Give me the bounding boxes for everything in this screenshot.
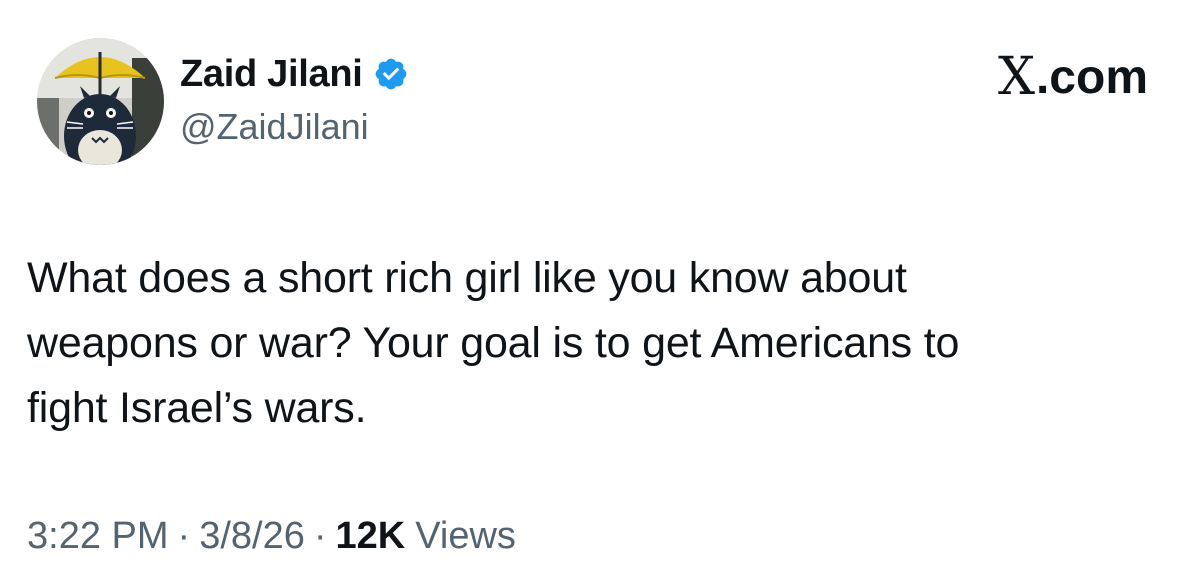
x-logo-icon: X	[997, 47, 1035, 107]
tweet-card: Zaid Jilani @ZaidJilani X .com What does …	[0, 0, 1200, 570]
author-handle[interactable]: @ZaidJilani	[180, 106, 369, 148]
views-count[interactable]: 12K	[336, 515, 406, 558]
tweet-time[interactable]: 3:22 PM	[27, 515, 169, 558]
author-name[interactable]: Zaid Jilani	[180, 53, 363, 96]
tweet-meta: 3:22 PM · 3/8/26 · 12K Views	[27, 515, 516, 558]
tweet-date[interactable]: 3/8/26	[199, 515, 305, 558]
verified-badge-icon	[373, 56, 409, 92]
site-logo-suffix: .com	[1035, 50, 1148, 104]
avatar-image	[37, 38, 164, 165]
avatar[interactable]	[37, 38, 164, 165]
author-name-row: Zaid Jilani	[180, 50, 409, 98]
views-label: Views	[415, 515, 516, 557]
site-logo: X .com	[998, 47, 1148, 107]
meta-separator: ·	[177, 515, 191, 557]
tweet-text: What does a short rich girl like you kno…	[27, 254, 960, 432]
meta-separator: ·	[313, 515, 327, 557]
